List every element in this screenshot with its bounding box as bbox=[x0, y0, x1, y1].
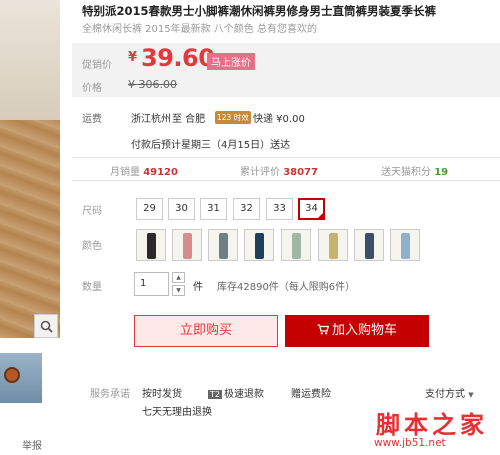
total-reviews[interactable]: 累计评价 38077 bbox=[240, 163, 318, 178]
size-option[interactable]: 29 bbox=[136, 198, 163, 220]
service-item[interactable]: 按时发货 bbox=[142, 385, 182, 400]
reward-points-label: 送天猫积分 bbox=[381, 167, 431, 178]
product-thumbnail[interactable] bbox=[0, 353, 42, 403]
chevron-down-icon: ▼ bbox=[468, 391, 474, 399]
size-option[interactable]: 33 bbox=[266, 198, 293, 220]
buy-now-button[interactable]: 立即购买 bbox=[134, 315, 278, 347]
report-link[interactable]: 举报 bbox=[22, 437, 42, 452]
size-option-selected[interactable]: 34 bbox=[298, 198, 325, 220]
color-swatch[interactable] bbox=[318, 229, 348, 261]
reward-points-value: 19 bbox=[434, 167, 449, 178]
promo-badge: 马上涨价 bbox=[207, 53, 255, 70]
color-swatch[interactable] bbox=[390, 229, 420, 261]
site-watermark-url: www.jb51.net bbox=[374, 437, 446, 449]
total-reviews-value: 38077 bbox=[283, 167, 318, 178]
size-option[interactable]: 30 bbox=[168, 198, 195, 220]
stock-info: 库存42890件（每人限购6件） bbox=[217, 282, 356, 293]
express-fee: 快递 ¥0.00 bbox=[253, 114, 305, 125]
price-currency: ¥ bbox=[128, 50, 138, 65]
product-title: 特别派2015春款男士小脚裤潮休闲裤男修身男士直筒裤男装夏季长裤 bbox=[82, 4, 437, 18]
chevron-down-icon: ▼ bbox=[176, 287, 181, 294]
image-background-wall bbox=[0, 0, 60, 120]
quantity-increase-button[interactable]: ▲ bbox=[172, 272, 185, 283]
color-label: 颜色 bbox=[82, 241, 102, 252]
original-price-label: 价格 bbox=[82, 83, 102, 94]
pants-thumbnail bbox=[365, 233, 374, 259]
service-item-label: 极速退款 bbox=[223, 389, 264, 400]
color-swatch[interactable] bbox=[244, 229, 274, 261]
cart-icon bbox=[317, 324, 330, 335]
size-option[interactable]: 31 bbox=[200, 198, 227, 220]
sales-stats-bar: 月销量 49120 累计评价 38077 送天猫积分 19 bbox=[72, 157, 500, 181]
service-item[interactable]: 赠运费险 bbox=[291, 385, 331, 400]
pants-thumbnail bbox=[147, 233, 156, 259]
service-item[interactable]: 七天无理由退换 bbox=[142, 403, 212, 418]
image-background-floor bbox=[0, 120, 60, 338]
site-watermark: 脚本之家 bbox=[376, 410, 488, 439]
magnifier-icon bbox=[40, 320, 53, 333]
payment-methods-dropdown[interactable]: 支付方式 ▼ bbox=[425, 385, 474, 400]
shipping-from: 浙江杭州 bbox=[131, 114, 171, 125]
service-item[interactable]: T2 极速退款 bbox=[208, 385, 264, 400]
shipping-destination-select[interactable]: 至 合肥 bbox=[172, 110, 205, 125]
delivery-time-badge: 123 时效 bbox=[215, 111, 251, 124]
monthly-sales-label: 月销量 bbox=[110, 167, 140, 178]
monthly-sales: 月销量 49120 bbox=[110, 163, 178, 178]
shipping-label: 运费 bbox=[82, 114, 102, 125]
size-option[interactable]: 32 bbox=[233, 198, 260, 220]
delivery-estimate: 付款后预计星期三（4月15日）送达 bbox=[131, 140, 291, 151]
pants-thumbnail bbox=[292, 233, 301, 259]
zoom-button[interactable] bbox=[34, 314, 58, 338]
thumbnail-button-detail bbox=[4, 367, 20, 383]
pants-thumbnail bbox=[219, 233, 228, 259]
monthly-sales-value: 49120 bbox=[143, 167, 178, 178]
product-subtitle: 全棉休闲长裤 2015年最新款 八个颜色 总有您喜欢的 bbox=[82, 24, 317, 35]
reward-points: 送天猫积分 19 bbox=[381, 163, 448, 178]
add-to-cart-label: 加入购物车 bbox=[331, 323, 397, 338]
total-reviews-label: 累计评价 bbox=[240, 167, 280, 178]
color-swatch[interactable] bbox=[281, 229, 311, 261]
pants-thumbnail bbox=[401, 233, 410, 259]
promo-price: 39.60 bbox=[141, 44, 215, 72]
product-main-image[interactable] bbox=[0, 0, 60, 338]
chevron-up-icon: ▲ bbox=[176, 274, 181, 281]
quantity-input[interactable]: 1 bbox=[134, 272, 169, 296]
quantity-decrease-button[interactable]: ▼ bbox=[172, 285, 185, 296]
service-label: 服务承诺 bbox=[90, 389, 130, 400]
color-swatch[interactable] bbox=[354, 229, 384, 261]
original-price: ¥ 306.00 bbox=[128, 78, 177, 91]
color-swatch[interactable] bbox=[136, 229, 166, 261]
promo-price-label: 促销价 bbox=[82, 60, 112, 71]
pants-thumbnail bbox=[183, 233, 192, 259]
payment-methods-label: 支付方式 bbox=[425, 389, 465, 400]
quantity-label: 数量 bbox=[82, 282, 102, 293]
add-to-cart-button[interactable]: 加入购物车 bbox=[285, 315, 429, 347]
quantity-unit: 件 bbox=[193, 282, 203, 293]
t2-badge: T2 bbox=[208, 390, 222, 399]
pants-thumbnail bbox=[329, 233, 338, 259]
color-swatch[interactable] bbox=[172, 229, 202, 261]
color-swatch[interactable] bbox=[208, 229, 238, 261]
size-label: 尺码 bbox=[82, 206, 102, 217]
pants-thumbnail bbox=[255, 233, 264, 259]
